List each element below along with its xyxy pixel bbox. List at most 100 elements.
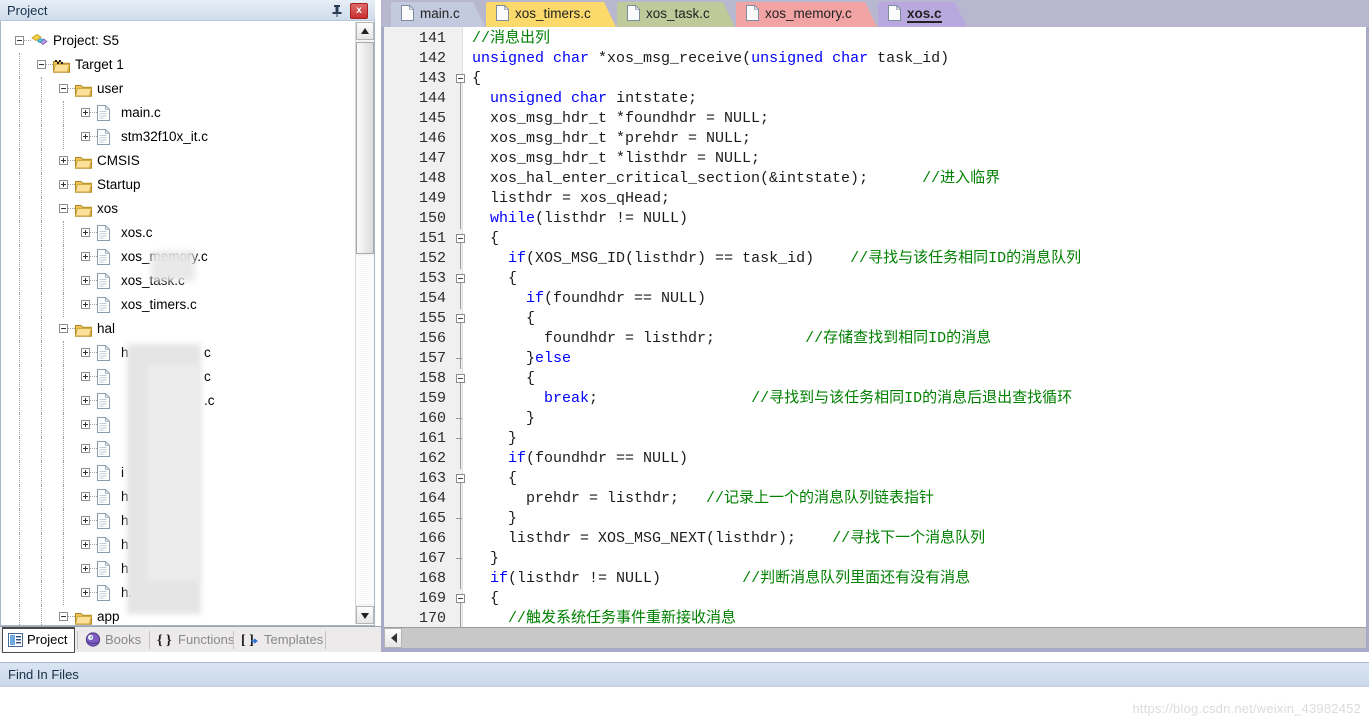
tree-item-xos[interactable]: xos — [1, 197, 355, 221]
fold-end-marker — [456, 358, 462, 359]
editor-tab-xos-timers-c[interactable]: xos_timers.c — [486, 2, 616, 27]
tree-item-main-c[interactable]: main.c — [1, 101, 355, 125]
collapse-icon[interactable] — [15, 36, 24, 45]
expand-icon[interactable] — [81, 468, 90, 477]
line-number: 154 — [418, 290, 446, 307]
pin-icon[interactable] — [329, 3, 345, 19]
expand-icon[interactable] — [81, 252, 90, 261]
scroll-down-icon[interactable] — [356, 606, 374, 624]
line-number: 148 — [418, 170, 446, 187]
project-tree-scrollbar[interactable] — [355, 22, 374, 624]
expand-icon[interactable] — [59, 180, 68, 189]
tree-guide-line — [41, 557, 42, 581]
tree-item-xos-c[interactable]: xos.c — [1, 221, 355, 245]
fold-guide — [460, 189, 461, 209]
tree-guide-line — [19, 269, 20, 293]
line-number: 150 — [418, 210, 446, 227]
tree-item-startup[interactable]: Startup — [1, 173, 355, 197]
scroll-up-icon[interactable] — [356, 22, 374, 40]
code-token: ; — [589, 390, 752, 407]
tree-item-label: app — [97, 609, 120, 624]
code-token: else — [535, 350, 572, 367]
scrollbar-track[interactable] — [356, 256, 374, 604]
bottom-tab-templates[interactable]: [ ] Templates — [236, 627, 330, 653]
expand-icon[interactable] — [81, 396, 90, 405]
tree-guide-line — [90, 568, 97, 569]
scroll-left-icon[interactable] — [384, 628, 402, 648]
tree-item-xos-timers-c[interactable]: xos_timers.c — [1, 293, 355, 317]
editor-tab-xos-c[interactable]: xos.c — [878, 2, 966, 27]
scrollbar-thumb[interactable] — [356, 42, 374, 254]
tree-item-project--s5[interactable]: Project: S5 — [1, 29, 355, 53]
editor-horizontal-scrollbar[interactable] — [384, 627, 1366, 648]
close-icon[interactable]: x — [350, 3, 368, 19]
collapse-icon[interactable] — [59, 612, 68, 621]
expand-icon[interactable] — [81, 348, 90, 357]
bottom-tab-functions[interactable]: { } Functions — [152, 627, 241, 653]
tree-guide-line — [90, 400, 97, 401]
code-token: //寻找下一个消息队列 — [832, 530, 986, 547]
tree-guide-line — [19, 413, 20, 437]
tree-guide-line — [41, 389, 42, 413]
tab-separator — [325, 631, 326, 649]
fold-collapse-icon[interactable] — [456, 74, 465, 83]
line-number: 168 — [418, 570, 446, 587]
expand-icon[interactable] — [81, 372, 90, 381]
collapse-icon[interactable] — [59, 324, 68, 333]
tree-item-stm32f10x-it-c[interactable]: stm32f10x_it.c — [1, 125, 355, 149]
code-text: { — [472, 469, 517, 489]
project-tree-container: Project: S5 Target 1 user main.c stm32f10x_i… — [0, 21, 375, 626]
bottom-tab-books[interactable]: Books — [80, 627, 148, 653]
code-line: 161 } — [384, 429, 1366, 449]
expand-icon[interactable] — [81, 588, 90, 597]
code-editor[interactable]: 141 //消息出列 142 unsigned char *xos_msg_recei… — [384, 27, 1366, 627]
expand-icon[interactable] — [81, 492, 90, 501]
fold-collapse-icon[interactable] — [456, 274, 465, 283]
tab-separator — [233, 631, 234, 649]
fold-collapse-icon[interactable] — [456, 594, 465, 603]
expand-icon[interactable] — [81, 540, 90, 549]
tree-guide-line — [19, 317, 20, 341]
fold-guide — [460, 449, 461, 469]
expand-icon[interactable] — [81, 108, 90, 117]
project-tree[interactable]: Project: S5 Target 1 user main.c stm32f10x_i… — [1, 21, 355, 625]
fold-guide — [460, 129, 461, 149]
line-number: 161 — [418, 430, 446, 447]
code-text: } — [472, 549, 499, 569]
collapse-icon[interactable] — [59, 84, 68, 93]
expand-icon[interactable] — [81, 420, 90, 429]
tree-item-user[interactable]: user — [1, 77, 355, 101]
fold-collapse-icon[interactable] — [456, 474, 465, 483]
expand-icon[interactable] — [81, 228, 90, 237]
editor-tab-xos-task-c[interactable]: xos_task.c — [617, 2, 735, 27]
expand-icon[interactable] — [81, 516, 90, 525]
code-token: //触发系统任务事件重新接收消息 — [508, 610, 737, 627]
collapse-icon[interactable] — [59, 204, 68, 213]
collapse-icon[interactable] — [37, 60, 46, 69]
tree-item-hal[interactable]: hal — [1, 317, 355, 341]
expand-icon[interactable] — [81, 132, 90, 141]
editor-tab-main-c[interactable]: main.c — [391, 2, 485, 27]
fold-collapse-icon[interactable] — [456, 234, 465, 243]
bottom-tab-project[interactable]: Project — [2, 627, 76, 653]
tree-item-cmsis[interactable]: CMSIS — [1, 149, 355, 173]
tree-guide-line — [90, 496, 97, 497]
tree-guide-line — [90, 352, 97, 353]
code-line: 150 while(listhdr != NULL) — [384, 209, 1366, 229]
editor-tab-xos-memory-c[interactable]: xos_memory.c — [736, 2, 877, 27]
fold-collapse-icon[interactable] — [456, 314, 465, 323]
tree-item-target-1[interactable]: Target 1 — [1, 53, 355, 77]
expand-icon[interactable] — [81, 300, 90, 309]
expand-icon[interactable] — [81, 444, 90, 453]
fold-collapse-icon[interactable] — [456, 374, 465, 383]
expand-icon[interactable] — [59, 156, 68, 165]
expand-icon[interactable] — [81, 564, 90, 573]
code-text: { — [472, 69, 481, 89]
expand-icon[interactable] — [81, 276, 90, 285]
